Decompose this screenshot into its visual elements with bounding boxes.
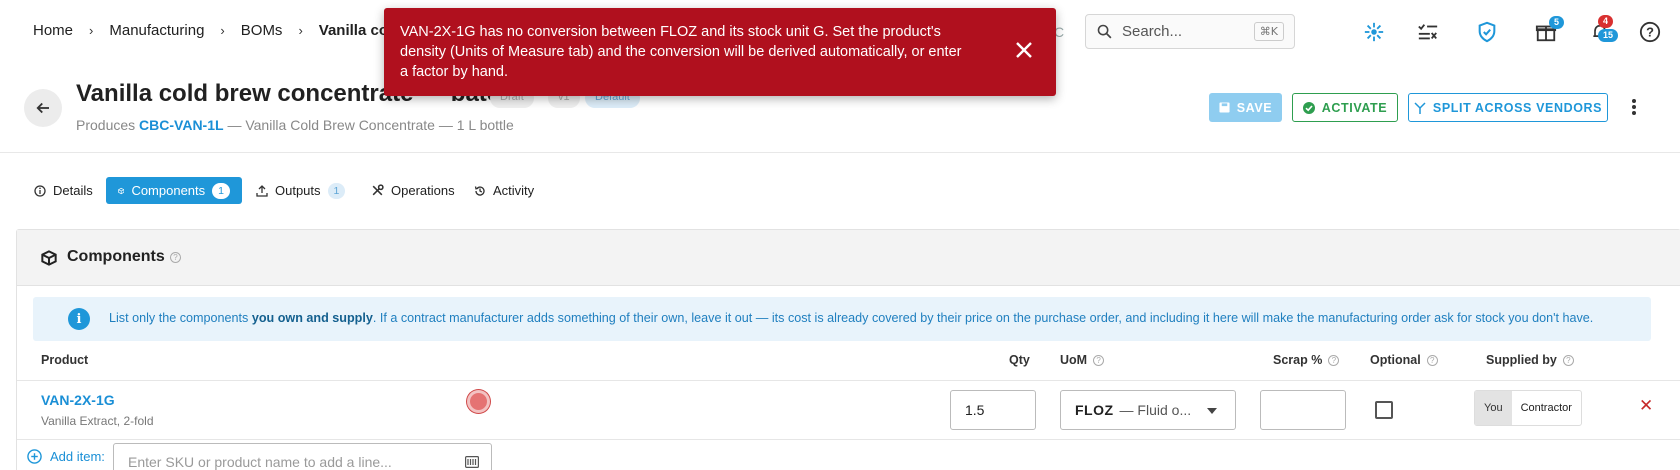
info-banner: i List only the components you own and s… — [33, 297, 1651, 341]
cursor-indicator — [467, 390, 490, 413]
info-icon: i — [68, 308, 90, 330]
produces-label: Produces — [76, 117, 136, 133]
component-name: Vanilla Extract, 2-fold — [41, 414, 154, 428]
breadcrumb-home[interactable]: Home — [33, 22, 73, 39]
upload-icon — [256, 184, 268, 197]
help-circle-icon[interactable]: ? — [1562, 354, 1574, 366]
components-card-header: Components ? — [17, 230, 1680, 286]
uom-select[interactable]: FLOZ — Fluid o... — [1060, 390, 1236, 430]
breadcrumb-current: Vanilla co — [318, 22, 388, 39]
supplied-by-toggle: You Contractor — [1474, 390, 1582, 426]
components-card: Components ? i List only the components … — [16, 229, 1680, 470]
produces-sku-link[interactable]: CBC-VAN-1L — [139, 117, 224, 133]
component-sku-link[interactable]: VAN-2X-1G — [41, 392, 115, 408]
breadcrumb-boms[interactable]: BOMs — [241, 22, 283, 39]
search-input[interactable]: Search... ⌘K — [1085, 14, 1295, 49]
more-options-icon[interactable] — [1632, 99, 1636, 115]
chevron-down-icon — [1207, 408, 1217, 414]
shield-icon[interactable] — [1475, 20, 1499, 44]
qty-input[interactable]: 1.5 — [950, 390, 1036, 430]
header-divider — [0, 152, 1680, 153]
check-circle-icon — [1302, 101, 1315, 114]
tab-activity[interactable]: Activity — [462, 177, 546, 204]
integrations-icon[interactable] — [1362, 20, 1386, 44]
add-item-input[interactable]: Enter SKU or product name to add a line.… — [113, 443, 492, 470]
toast-message: VAN-2X-1G has no conversion between FLOZ… — [400, 24, 962, 80]
supplied-by-contractor-option[interactable]: Contractor — [1512, 391, 1581, 425]
split-icon — [1414, 101, 1426, 114]
bell-count-top-badge: 4 — [1598, 15, 1614, 28]
chevron-right-icon: › — [89, 23, 94, 38]
close-icon[interactable] — [1014, 40, 1034, 60]
info-icon — [34, 184, 46, 197]
components-title: Components — [67, 248, 165, 265]
chevron-right-icon: › — [298, 23, 303, 38]
column-header-qty: Qty — [1009, 353, 1030, 367]
produces-description: — Vanilla Cold Brew Concentrate — 1 L bo… — [223, 117, 514, 133]
cube-icon — [118, 187, 125, 194]
add-item-label: Add item: — [50, 449, 105, 464]
plus-circle-icon[interactable] — [27, 449, 42, 464]
help-circle-icon[interactable]: ? — [170, 252, 181, 263]
breadcrumb-manufacturing[interactable]: Manufacturing — [109, 22, 204, 39]
search-shortcut: ⌘K — [1253, 22, 1284, 41]
split-across-vendors-button[interactable]: SPLIT ACROSS VENDORS — [1408, 93, 1608, 122]
chevron-right-icon: › — [220, 23, 225, 38]
row-divider — [17, 439, 1680, 440]
help-circle-icon[interactable]: ? — [1328, 354, 1340, 366]
cube-icon — [41, 250, 57, 266]
add-item-row: Add item: — [27, 449, 105, 464]
bell-icon[interactable]: 4 15 — [1588, 15, 1619, 44]
outputs-count-badge: 1 — [327, 182, 346, 199]
tab-outputs[interactable]: Outputs 1 — [244, 177, 357, 204]
optional-checkbox[interactable] — [1375, 401, 1393, 419]
produces-line: Produces CBC-VAN-1L — Vanilla Cold Brew … — [76, 117, 514, 133]
row-divider — [17, 380, 1680, 381]
help-circle-icon[interactable]: ? — [1426, 354, 1438, 366]
tab-operations[interactable]: Operations — [359, 177, 467, 204]
bell-count-bottom-badge: 15 — [1598, 29, 1619, 42]
scrap-percent-input[interactable] — [1260, 390, 1346, 430]
gift-count-badge: 5 — [1549, 16, 1565, 29]
components-count-badge: 1 — [212, 182, 230, 199]
back-button[interactable] — [24, 89, 62, 127]
barcode-icon[interactable] — [465, 456, 479, 468]
help-icon[interactable]: ? — [1638, 20, 1662, 44]
column-header-optional: Optional? — [1370, 353, 1438, 367]
history-icon — [474, 185, 485, 196]
tools-icon — [372, 184, 384, 196]
activate-button[interactable]: ACTIVATE — [1292, 93, 1398, 122]
column-header-scrap: Scrap %? — [1273, 353, 1340, 367]
tab-details[interactable]: Details — [22, 177, 105, 204]
tab-components[interactable]: Components 1 — [106, 177, 242, 204]
gift-icon[interactable]: 5 — [1534, 16, 1565, 44]
search-placeholder: Search... — [1122, 23, 1183, 40]
search-icon — [1097, 24, 1112, 39]
column-header-supplied-by: Supplied by? — [1486, 353, 1574, 367]
column-header-product: Product — [41, 353, 89, 367]
breadcrumb: Home › Manufacturing › BOMs › Vanilla co — [33, 22, 388, 39]
save-icon — [1219, 102, 1230, 113]
arrow-left-icon — [36, 102, 49, 114]
error-toast: VAN-2X-1G has no conversion between FLOZ… — [384, 8, 1056, 96]
remove-row-icon[interactable]: ✕ — [1639, 396, 1653, 416]
supplied-by-you-option[interactable]: You — [1475, 391, 1512, 425]
svg-text:?: ? — [1646, 25, 1654, 40]
help-circle-icon[interactable]: ? — [1093, 354, 1105, 366]
save-button[interactable]: SAVE — [1209, 93, 1282, 122]
task-list-icon[interactable] — [1416, 20, 1440, 44]
column-header-uom: UoM? — [1060, 353, 1105, 367]
